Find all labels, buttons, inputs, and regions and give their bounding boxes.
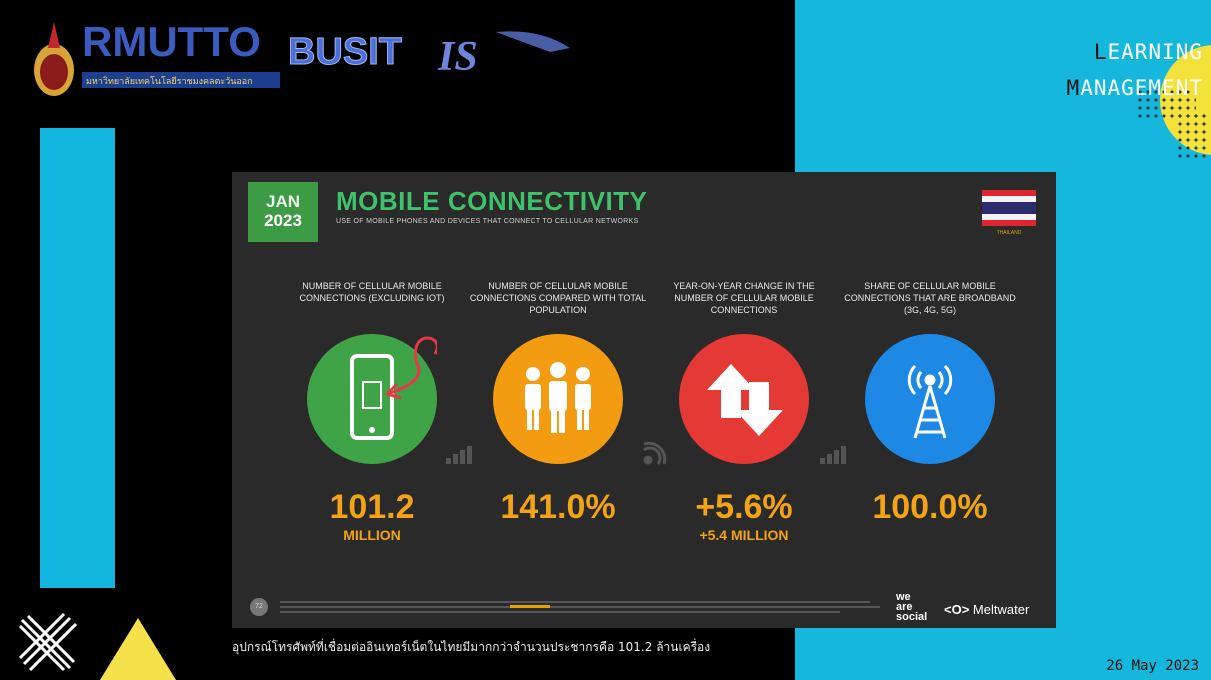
rmutto-logo-subtitle: มหาวิทยาลัยเทคโนโลยีราชมงคลตะวันออก — [86, 76, 253, 87]
metric-yoy-change: YEAR-ON-YEAR CHANGE IN THE NUMBER OF CEL… — [654, 280, 834, 544]
digital-report-slide: JAN 2023 MOBILE CONNECTIVITY USE OF MOBI… — [232, 172, 1056, 628]
metric-subvalue: MILLION — [343, 527, 401, 543]
metric-value: 101.2 — [329, 488, 415, 526]
decorative-cross-icon — [18, 612, 78, 672]
date-label: 26 May 2023 — [1106, 658, 1199, 674]
metric-subvalue: +5.4 MILLION — [699, 527, 789, 543]
we-are-social-logo: we are social — [896, 591, 928, 623]
metric-label: NUMBER OF CELLULAR MOBILE CONNECTIONS (E… — [299, 281, 445, 303]
metric-mobile-connections: NUMBER OF CELLULAR MOBILE CONNECTIONS (E… — [282, 280, 462, 544]
signal-bars-icon — [446, 446, 472, 464]
people-icon — [493, 334, 623, 464]
learning-management-title: LEARNING MANAGEMENT — [1066, 40, 1203, 100]
thai-caption: อุปกรณ์โทรศัพท์ที่เชื่อมต่ออินเทอร์เน็ตใ… — [232, 640, 711, 654]
date-badge: JAN 2023 — [248, 182, 318, 242]
meltwater-logo: <O> Meltwater — [944, 602, 1030, 617]
decorative-dots — [1176, 112, 1206, 162]
slide-footer: 72 — [250, 594, 890, 620]
meltwater-icon: <O> — [944, 602, 970, 617]
decorative-yellow-triangle — [100, 618, 176, 680]
metric-population-share: NUMBER OF CELLULAR MOBILE CONNECTIONS CO… — [468, 280, 648, 526]
cell-tower-icon — [865, 334, 995, 464]
mobile-phone-icon — [307, 334, 439, 464]
metric-label: NUMBER OF CELLULAR MOBILE CONNECTIONS CO… — [469, 281, 647, 315]
flag-label: THAILAND — [996, 230, 1022, 236]
university-seal-icon — [34, 22, 74, 96]
badge-year: 2023 — [264, 211, 302, 230]
metric-label: YEAR-ON-YEAR CHANGE IN THE NUMBER OF CEL… — [673, 281, 815, 315]
footer-notes — [280, 601, 880, 613]
left-accent-bar — [40, 128, 115, 588]
up-down-arrows-icon — [679, 334, 809, 464]
metric-value: 141.0% — [500, 488, 616, 526]
thailand-flag-icon — [982, 190, 1036, 226]
busit-logo-text: BUSIT — [288, 31, 402, 73]
rmutto-logo-text: RMUTTO — [82, 18, 261, 65]
page-number: 72 — [250, 598, 268, 616]
is-logo-text: IS — [437, 34, 478, 80]
wifi-signal-icon — [643, 441, 667, 465]
metric-value: +5.6% — [695, 488, 793, 526]
header-logos: RMUTTO มหาวิทยาลัยเทคโนโลยีราชมงคลตะวันอ… — [34, 18, 570, 96]
metric-label: SHARE OF CELLULAR MOBILE CONNECTIONS THA… — [844, 281, 1016, 315]
slide-subtitle: USE OF MOBILE PHONES AND DEVICES THAT CO… — [336, 218, 639, 225]
slide-title: MOBILE CONNECTIVITY — [336, 186, 648, 216]
signal-bars-icon — [820, 446, 846, 464]
badge-month: JAN — [265, 192, 300, 211]
metric-broadband-share: SHARE OF CELLULAR MOBILE CONNECTIONS THA… — [840, 280, 1020, 526]
metric-value: 100.0% — [872, 488, 988, 526]
